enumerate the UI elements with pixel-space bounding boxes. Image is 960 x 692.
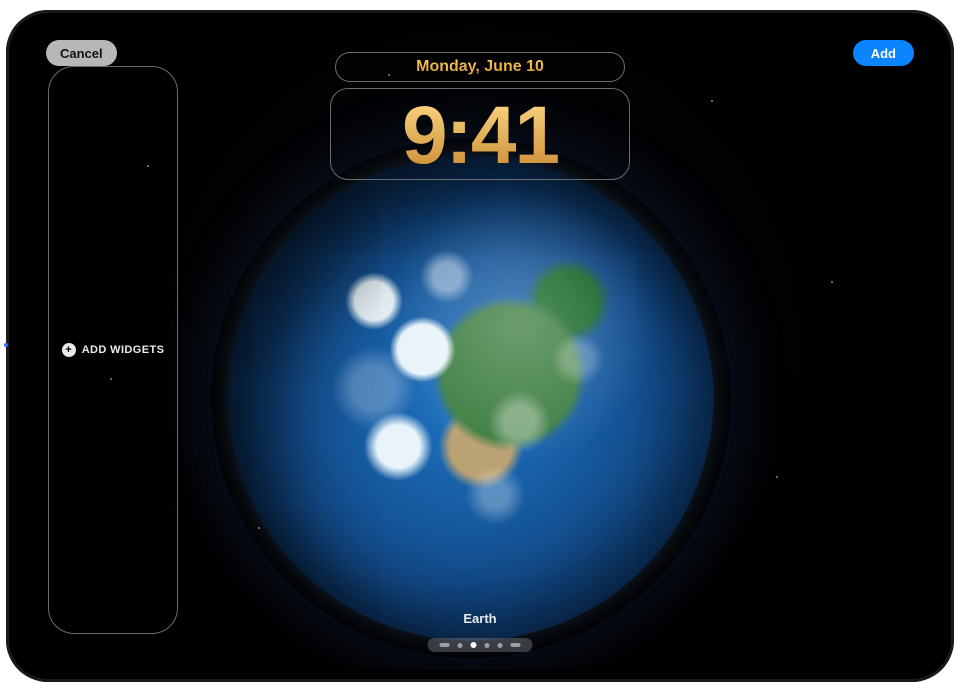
date-widget-frame[interactable]: Monday, June 10 [335, 52, 625, 82]
page-dot [440, 643, 450, 647]
earth-clouds [228, 155, 713, 640]
cancel-button[interactable]: Cancel [46, 40, 117, 66]
lock-screen-editor: Cancel Add Monday, June 10 9:41 + ADD WI… [18, 22, 942, 670]
lock-screen-time: 9:41 [402, 95, 558, 177]
ipad-device-frame: Cancel Add Monday, June 10 9:41 + ADD WI… [6, 10, 954, 682]
time-widget-frame[interactable]: 9:41 [330, 88, 630, 180]
device-status-led [4, 343, 8, 347]
earth-wallpaper[interactable] [228, 155, 713, 640]
page-dot [498, 643, 503, 648]
lock-screen-date: Monday, June 10 [416, 58, 544, 76]
page-dot [458, 643, 463, 648]
page-dot [485, 643, 490, 648]
plus-icon: + [62, 343, 76, 357]
page-dot [511, 643, 521, 647]
add-widgets-label: ADD WIDGETS [82, 344, 165, 356]
wallpaper-page-indicator[interactable] [428, 638, 533, 652]
widget-panel[interactable]: + ADD WIDGETS [48, 66, 178, 634]
add-widgets-button[interactable]: + ADD WIDGETS [62, 343, 165, 357]
page-dot-active [471, 642, 477, 648]
device-port [2, 319, 4, 347]
add-button[interactable]: Add [853, 40, 914, 66]
wallpaper-name-label: Earth [463, 611, 496, 626]
